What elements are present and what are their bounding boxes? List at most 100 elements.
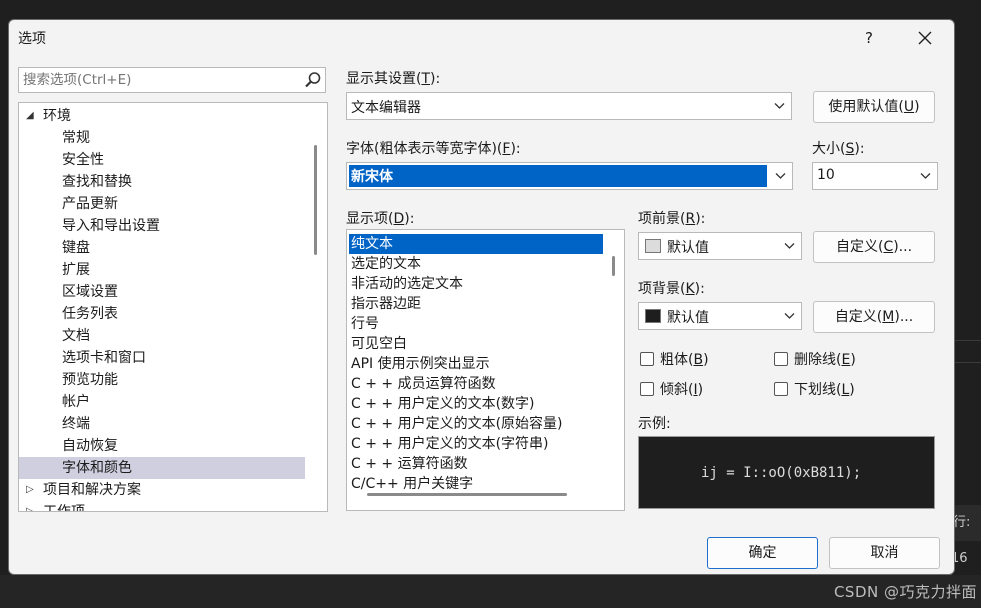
tree-item-label: 终端 (62, 416, 90, 432)
dialog-title: 选项 (18, 31, 46, 47)
display-items-list[interactable]: 纯文本 选定的文本 非活动的选定文本 指示器边距 行号 可见空白 API 使用示… (346, 229, 625, 511)
tree-item-label: 导入和导出设置 (62, 218, 160, 234)
list-item[interactable]: C/C++ 用户关键字 (349, 474, 603, 494)
list-item[interactable]: 非活动的选定文本 (349, 274, 603, 294)
foreground-color-swatch (645, 239, 661, 253)
use-defaults-button[interactable]: 使用默认值(U) (813, 91, 935, 123)
tree-item-documents[interactable]: 文档 (19, 325, 305, 347)
tree-item-label: 扩展 (62, 262, 90, 278)
tree-item-label: 预览功能 (62, 372, 118, 388)
tree-item-fonts-colors[interactable]: 字体和颜色 (19, 457, 305, 479)
checkbox-box[interactable] (640, 382, 654, 396)
tree-item-security[interactable]: 安全性 (19, 149, 305, 171)
list-item[interactable]: C + + 用户定义的文本(原始容量) (349, 414, 603, 434)
list-item[interactable]: 可见空白 (349, 334, 603, 354)
bg-divider (955, 362, 981, 363)
bg-status-fragment: 行: 16 (951, 505, 981, 566)
tree-item-label: 常规 (62, 130, 90, 146)
strikethrough-label: 删除线(E) (794, 352, 856, 368)
tree-item-regional[interactable]: 区域设置 (19, 281, 305, 303)
tree-item-projects-solutions[interactable]: ▷ 项目和解决方案 (19, 479, 305, 501)
tree-item-label: 选项卡和窗口 (62, 350, 146, 366)
list-horizontal-scrollbar[interactable] (367, 493, 567, 496)
close-button[interactable] (911, 24, 939, 52)
tree-scrollbar[interactable] (314, 145, 317, 255)
item-background-combo[interactable]: 默认值 (638, 302, 802, 330)
search-input[interactable] (23, 70, 293, 90)
bold-checkbox[interactable]: 粗体(B) (640, 350, 750, 370)
tree-item-extensions[interactable]: 扩展 (19, 259, 305, 281)
show-settings-combo[interactable]: 文本编辑器 (346, 92, 792, 120)
display-items-label: 显示项(D): (346, 211, 415, 227)
collapsed-triangle-icon[interactable]: ▷ (26, 479, 34, 501)
tree-item-terminal[interactable]: 终端 (19, 413, 305, 435)
tree-item-label: 项目和解决方案 (43, 482, 141, 498)
tree-item-label: 文档 (62, 328, 90, 344)
checkbox-box[interactable] (640, 352, 654, 366)
list-item[interactable]: C + + 用户定义的文本(数字) (349, 394, 603, 414)
list-item[interactable]: 纯文本 (349, 234, 603, 254)
tree-item-label: 键盘 (62, 240, 90, 256)
sample-label: 示例: (638, 416, 671, 432)
list-item[interactable]: C + + 成员运算符函数 (349, 374, 603, 394)
help-button[interactable]: ? (855, 24, 883, 52)
custom-background-button[interactable]: 自定义(M)... (813, 301, 935, 333)
size-combo[interactable]: 10 (812, 162, 938, 190)
item-foreground-label: 项前景(R): (638, 211, 706, 227)
list-item[interactable]: 行号 (349, 314, 603, 334)
tree-item-general[interactable]: 常规 (19, 127, 305, 149)
custom-foreground-button[interactable]: 自定义(C)... (813, 231, 935, 263)
tree-item-keyboard[interactable]: 键盘 (19, 237, 305, 259)
options-tree[interactable]: ◢ 环境 常规 安全性 查找和替换 产品更新 导入和导出设置 键盘 扩展 区域设… (18, 102, 328, 512)
dialog-titlebar: 选项 ? (9, 20, 954, 56)
cancel-button[interactable]: 取消 (829, 537, 940, 569)
item-foreground-combo[interactable]: 默认值 (638, 232, 802, 260)
font-selection-highlight (349, 165, 767, 187)
sample-preview: ij = I::oO(0xB811); (638, 436, 935, 509)
italic-label: 倾斜(I) (660, 382, 704, 398)
font-combo[interactable]: 新宋体 (346, 162, 793, 190)
tree-item-label: 工作项 (43, 504, 85, 512)
tree-item-find-replace[interactable]: 查找和替换 (19, 171, 305, 193)
tree-item-label: 字体和颜色 (62, 460, 132, 476)
search-box[interactable] (18, 67, 326, 93)
item-foreground-value: 默认值 (667, 240, 709, 256)
bold-label: 粗体(B) (660, 352, 709, 368)
background-color-swatch (645, 309, 661, 323)
list-item[interactable]: 指示器边距 (349, 294, 603, 314)
tree-item-import-export[interactable]: 导入和导出设置 (19, 215, 305, 237)
tree-item-account[interactable]: 帐户 (19, 391, 305, 413)
underline-label: 下划线(L) (794, 382, 855, 398)
tree-item-preview-features[interactable]: 预览功能 (19, 369, 305, 391)
tree-item-autorecover[interactable]: 自动恢复 (19, 435, 305, 457)
tree-item-label: 帐户 (62, 394, 90, 410)
list-vertical-scrollbar[interactable] (612, 256, 615, 276)
options-dialog: 选项 ? ◢ 环境 常规 安全性 查找和替换 产品更新 导入和导出设置 键盘 扩… (8, 19, 955, 575)
list-item[interactable]: 选定的文本 (349, 254, 603, 274)
watermark: CSDN @巧克力拌面 (833, 583, 977, 601)
checkbox-box[interactable] (774, 382, 788, 396)
tree-item-task-list[interactable]: 任务列表 (19, 303, 305, 325)
chevron-down-icon (784, 313, 795, 319)
expanded-triangle-icon[interactable]: ◢ (26, 105, 34, 127)
list-item[interactable]: API 使用示例突出显示 (349, 354, 603, 374)
list-item[interactable]: C + + 运算符函数 (349, 454, 603, 474)
ok-button[interactable]: 确定 (707, 537, 818, 569)
chevron-down-icon (784, 243, 795, 249)
tree-item-label: 区域设置 (62, 284, 118, 300)
list-item[interactable]: C + + 用户定义的文本(字符串) (349, 434, 603, 454)
tree-item-label: 查找和替换 (62, 174, 132, 190)
search-icon[interactable] (304, 71, 322, 89)
strikethrough-checkbox[interactable]: 删除线(E) (774, 350, 884, 370)
tree-item-tabs-windows[interactable]: 选项卡和窗口 (19, 347, 305, 369)
underline-checkbox[interactable]: 下划线(L) (774, 380, 884, 400)
italic-checkbox[interactable]: 倾斜(I) (640, 380, 750, 400)
show-settings-value: 文本编辑器 (351, 100, 421, 116)
item-background-value: 默认值 (667, 310, 709, 326)
checkbox-box[interactable] (774, 352, 788, 366)
tree-item-environment[interactable]: ◢ 环境 (19, 105, 305, 127)
tree-item-work-items[interactable]: ▷ 工作项 (19, 501, 305, 512)
tree-item-product-updates[interactable]: 产品更新 (19, 193, 305, 215)
tree-item-label: 安全性 (62, 152, 104, 168)
collapsed-triangle-icon[interactable]: ▷ (26, 501, 34, 511)
